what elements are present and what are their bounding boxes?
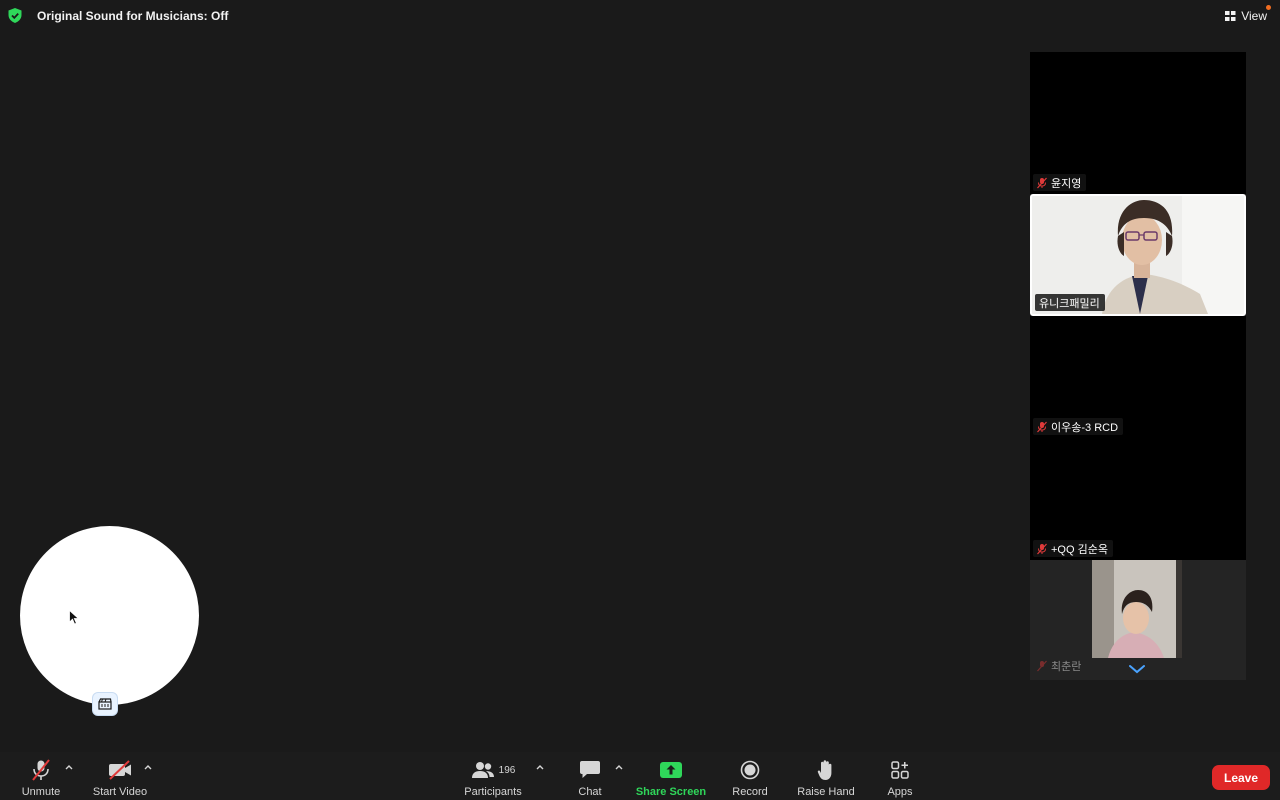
share-screen-arrow-icon — [660, 762, 682, 778]
participant-tile[interactable]: 이우송-3 RCD — [1030, 316, 1246, 438]
participants-label: Participants — [464, 786, 522, 798]
record-icon — [740, 760, 760, 780]
record-button[interactable]: Record — [728, 752, 772, 800]
self-view-bubble[interactable] — [20, 526, 199, 705]
participant-tile[interactable]: 윤지영 — [1030, 52, 1246, 194]
microphone-muted-icon — [32, 759, 50, 781]
leave-button[interactable]: Leave — [1212, 765, 1270, 790]
top-bar: Original Sound for Musicians: Off View — [0, 0, 1280, 32]
participant-gallery-strip[interactable]: 윤지영 유니크패밀리 이우송-3 RCD +QQ 김순옥 최춘란 — [1030, 52, 1246, 680]
apps-icon — [891, 761, 909, 779]
participant-tile-active-speaker[interactable]: 유니크패밀리 — [1030, 194, 1246, 316]
apps-label: Apps — [887, 786, 913, 798]
participant-name: 윤지영 — [1051, 177, 1082, 190]
chat-label: Chat — [578, 786, 602, 798]
participant-name-tag: 유니크패밀리 — [1035, 294, 1105, 311]
participant-name-tag: 윤지영 — [1033, 174, 1087, 191]
chat-bubble-icon — [580, 761, 600, 778]
record-label: Record — [732, 786, 768, 798]
participants-icon — [471, 762, 494, 778]
audio-options-chevron-icon[interactable] — [64, 763, 74, 771]
raise-hand-label: Raise Hand — [797, 786, 855, 798]
notification-dot — [1266, 5, 1271, 10]
start-video-button[interactable]: Start Video — [88, 752, 152, 800]
apps-button[interactable]: Apps — [880, 752, 920, 800]
participant-name: 최춘란 — [1051, 660, 1082, 673]
participants-options-chevron-icon[interactable] — [535, 763, 545, 771]
muted-mic-icon — [1037, 421, 1047, 432]
muted-mic-icon — [1037, 177, 1047, 188]
mouse-cursor-icon — [69, 610, 79, 625]
self-view-options-button[interactable] — [93, 693, 117, 715]
participant-tile[interactable]: +QQ 김순옥 — [1030, 438, 1246, 560]
view-label: View — [1241, 9, 1267, 23]
raise-hand-button[interactable]: Raise Hand — [794, 752, 858, 800]
muted-mic-icon — [1037, 543, 1047, 554]
share-screen-button[interactable]: Share Screen — [634, 752, 708, 800]
meeting-toolbar: Unmute Start Video 196 Participants Chat… — [0, 752, 1280, 800]
chat-button[interactable]: Chat — [572, 752, 608, 800]
participant-name-tag: 최춘란 — [1033, 657, 1086, 674]
participant-name-tag: +QQ 김순옥 — [1033, 540, 1113, 557]
video-camera-off-icon — [109, 760, 131, 780]
participants-button[interactable]: 196 Participants — [460, 752, 526, 800]
participants-count: 196 — [498, 764, 516, 776]
participant-name-tag: 이우송-3 RCD — [1033, 418, 1124, 435]
video-options-chevron-icon[interactable] — [143, 763, 153, 771]
movie-clapper-icon — [98, 698, 112, 710]
muted-mic-icon — [1037, 660, 1047, 671]
raise-hand-icon — [817, 760, 832, 780]
original-sound-status[interactable]: Original Sound for Musicians: Off — [37, 9, 228, 23]
participant-tile[interactable]: 최춘란 — [1030, 560, 1246, 680]
grid-view-icon — [1225, 11, 1236, 21]
participant-name: 유니크패밀리 — [1039, 297, 1100, 310]
chat-options-chevron-icon[interactable] — [614, 763, 624, 771]
share-screen-label: Share Screen — [635, 786, 707, 798]
shield-check-icon[interactable] — [8, 8, 22, 23]
unmute-button[interactable]: Unmute — [18, 752, 64, 800]
participant-name: 이우송-3 RCD — [1051, 421, 1119, 434]
view-button[interactable]: View — [1225, 5, 1271, 25]
chevron-down-icon[interactable] — [1128, 664, 1146, 674]
start-video-label: Start Video — [92, 786, 148, 798]
zoom-meeting-window: Original Sound for Musicians: Off View 윤… — [0, 0, 1280, 800]
unmute-label: Unmute — [21, 786, 61, 798]
participant-name: +QQ 김순옥 — [1051, 543, 1108, 556]
